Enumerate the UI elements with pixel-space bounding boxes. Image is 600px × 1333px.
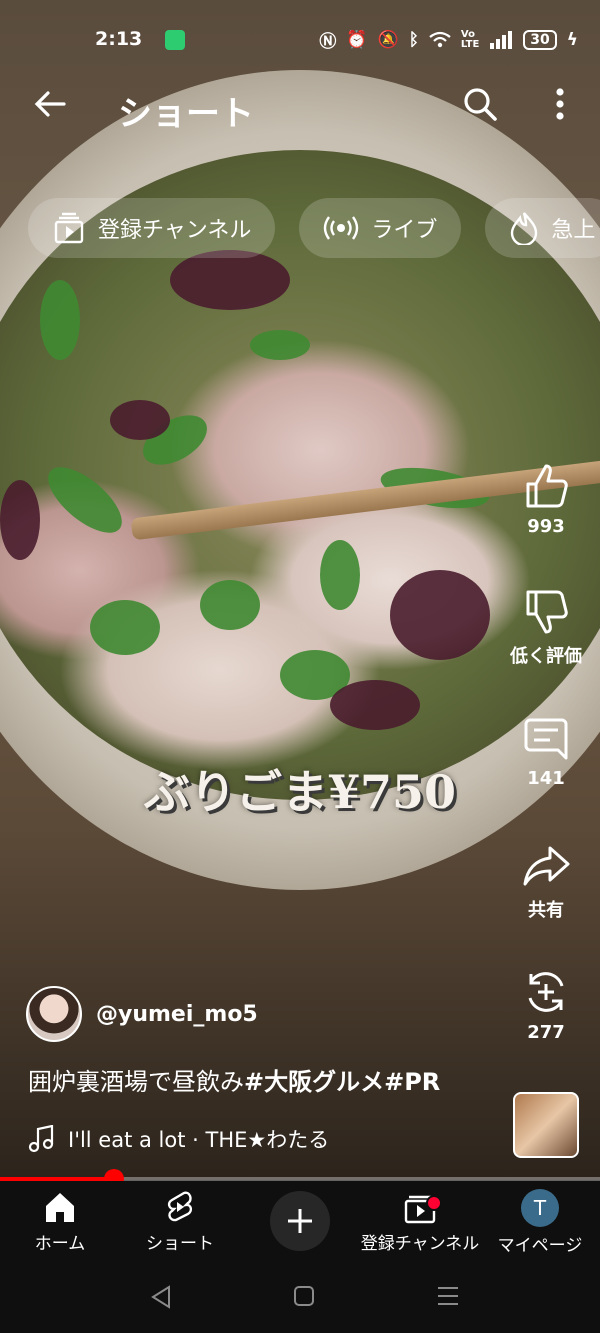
thumbs-up-icon xyxy=(526,464,568,508)
filter-chips: 登録チャンネル ライブ 急上 xyxy=(28,198,600,258)
music-note-icon xyxy=(28,1125,54,1153)
account-avatar: T xyxy=(521,1189,559,1227)
alarm-icon: ⏰ xyxy=(346,29,368,50)
nav-subscriptions[interactable]: 登録チャンネル xyxy=(360,1189,480,1254)
chip-label: ライブ xyxy=(371,218,438,243)
page-title: ショート xyxy=(118,94,254,134)
avatar-letter: T xyxy=(533,1196,547,1220)
system-recents-icon[interactable] xyxy=(436,1285,460,1307)
share-label: 共有 xyxy=(528,900,564,921)
nav-shorts[interactable]: ショート xyxy=(120,1189,240,1254)
comment-count: 141 xyxy=(527,768,565,789)
channel-handle[interactable]: @yumei_mo5 xyxy=(96,1002,258,1027)
charging-icon: ϟ xyxy=(566,29,578,50)
system-back-icon[interactable] xyxy=(150,1285,172,1309)
nav-shorts-label: ショート xyxy=(146,1234,214,1254)
bluetooth-icon: ᛒ xyxy=(408,29,419,50)
comment-icon xyxy=(524,718,568,760)
caption-text: 囲炉裏酒場で昼飲み xyxy=(28,1068,244,1096)
music-text: I'll eat a lot · THE★わたる xyxy=(68,1128,330,1152)
chip-live[interactable]: ライブ xyxy=(299,198,462,258)
signal-icon xyxy=(490,30,513,49)
search-icon[interactable] xyxy=(460,84,500,124)
more-options-icon[interactable] xyxy=(540,84,580,124)
dislike-label: 低く評価 xyxy=(510,646,582,667)
live-icon xyxy=(324,216,359,240)
comments-button[interactable]: 141 xyxy=(506,714,586,789)
chip-label: 登録チャンネル xyxy=(98,218,252,243)
volte-icon: Vo LTE xyxy=(460,28,480,50)
nav-me-label: マイページ xyxy=(497,1236,583,1256)
system-navigation-bar xyxy=(0,1263,600,1333)
status-time: 2:13 xyxy=(95,28,143,50)
share-icon xyxy=(523,846,570,886)
mute-icon: 🔕 xyxy=(377,29,399,50)
home-icon xyxy=(46,1193,74,1222)
back-arrow-icon[interactable] xyxy=(30,84,70,124)
music-thumbnail[interactable] xyxy=(513,1092,579,1158)
app-notification-icon xyxy=(165,30,185,50)
status-icons: Ⓝ ⏰ 🔕 ᛒ Vo LTE 30 ϟ xyxy=(319,27,578,52)
system-home-icon[interactable] xyxy=(293,1285,315,1307)
trending-icon xyxy=(511,212,538,245)
shorts-icon xyxy=(167,1191,193,1222)
remix-button[interactable]: 277 xyxy=(506,968,586,1043)
video-caption[interactable]: 囲炉裏酒場で昼飲み#大阪グルメ#PR xyxy=(28,1062,440,1097)
subscriptions-icon xyxy=(54,212,84,244)
channel-avatar[interactable] xyxy=(26,986,82,1042)
channel-row[interactable]: @yumei_mo5 xyxy=(26,986,258,1042)
share-button[interactable]: 共有 xyxy=(506,842,586,922)
nfc-icon: Ⓝ xyxy=(319,32,337,52)
nav-subscriptions-label: 登録チャンネル xyxy=(360,1234,480,1254)
battery-icon: 30 xyxy=(523,29,557,50)
chip-trending[interactable]: 急上 xyxy=(485,198,600,258)
top-app-bar: ショート xyxy=(0,80,600,136)
notification-dot xyxy=(426,1195,442,1211)
nav-home[interactable]: ホーム xyxy=(0,1189,120,1254)
nav-home-label: ホーム xyxy=(34,1234,86,1254)
remix-count: 277 xyxy=(527,1022,565,1043)
nav-me[interactable]: T マイページ xyxy=(480,1189,600,1256)
like-button[interactable]: 993 xyxy=(506,462,586,537)
chip-label: 急上 xyxy=(551,218,596,243)
like-count: 993 xyxy=(527,516,565,537)
remix-icon xyxy=(528,972,564,1012)
thumbs-down-icon xyxy=(526,590,568,634)
bottom-navigation: ホーム ショート 登録チャンネル T マイページ xyxy=(0,1181,600,1263)
caption-hashtags[interactable]: #大阪グルメ#PR xyxy=(244,1068,440,1096)
wifi-icon xyxy=(429,31,451,47)
status-bar: 2:13 Ⓝ ⏰ 🔕 ᛒ Vo LTE 30 ϟ xyxy=(0,0,600,80)
plus-icon xyxy=(288,1209,312,1233)
create-button[interactable] xyxy=(270,1191,330,1251)
dislike-button[interactable]: 低く評価 xyxy=(506,588,586,668)
music-row[interactable]: I'll eat a lot · THE★わたる xyxy=(28,1124,329,1154)
chip-subscriptions[interactable]: 登録チャンネル xyxy=(28,198,276,258)
